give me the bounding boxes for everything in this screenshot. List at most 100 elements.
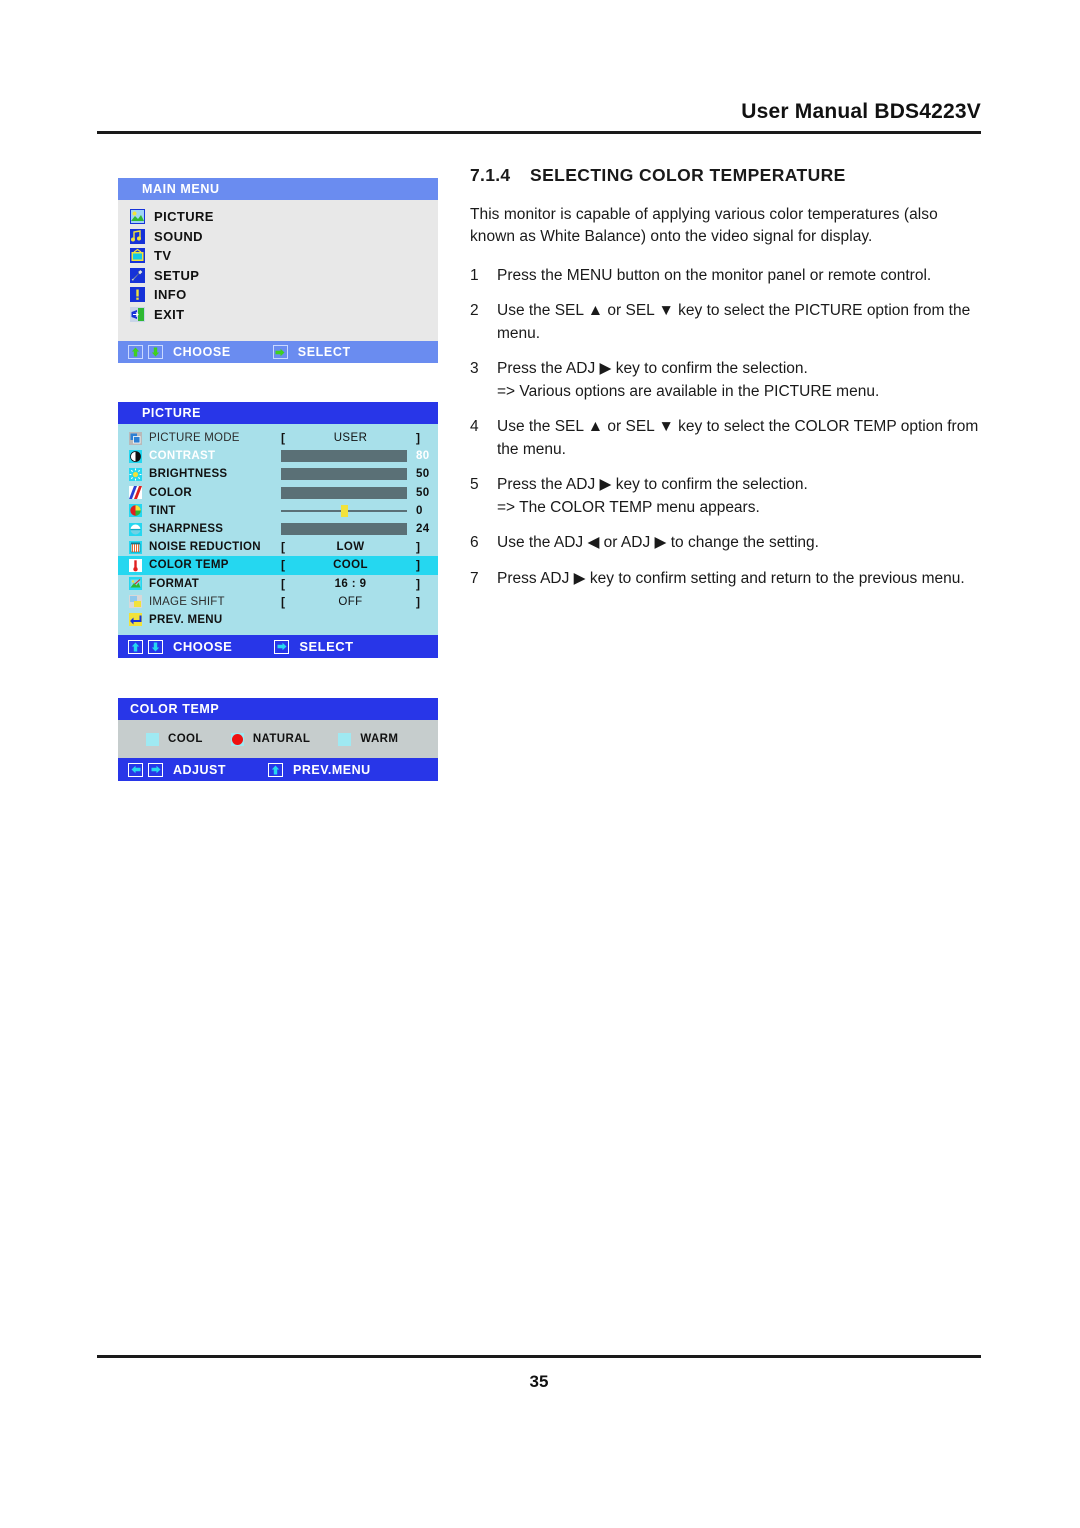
main-menu-item-picture[interactable]: PICTURE (118, 207, 438, 227)
picture-row-label: PICTURE MODE (149, 432, 240, 445)
picture-row-prev-menu[interactable]: PREV. MENU (118, 611, 438, 629)
radio-on-icon[interactable] (230, 732, 244, 746)
picture-row-slider[interactable]: 80 (281, 450, 450, 463)
picture-row-bracket-value[interactable]: [ COOL ] (281, 558, 438, 572)
picture-row-sharpness[interactable]: SHARPNESS 24 (118, 520, 438, 538)
main-menu-item-exit[interactable]: EXIT (118, 305, 438, 325)
select-label: SELECT (299, 639, 354, 655)
slider-track[interactable] (281, 450, 407, 463)
main-menu-item-setup[interactable]: SETUP (118, 266, 438, 286)
header-divider (97, 131, 981, 134)
slider-knob[interactable] (340, 504, 348, 517)
section-title: SELECTING COLOR TEMPERATURE (530, 165, 846, 185)
choose-label: CHOOSE (173, 639, 233, 655)
colortemp-option-label: COOL (168, 733, 203, 745)
main-menu-item-info[interactable]: INFO (118, 285, 438, 305)
step-text: Press the ADJ ▶ key to confirm the selec… (497, 360, 808, 378)
picture-row-brightness[interactable]: BRIGHTNESS 50 (118, 465, 438, 483)
colortemp-option-cool[interactable]: COOL (146, 732, 203, 746)
arrow-right-icon (272, 345, 288, 359)
picture-menu-rows: PICTURE MODE [ USER ] CONTRAST 80 BRIGHT… (118, 424, 438, 636)
picture-row-label: IMAGE SHIFT (149, 595, 225, 608)
picture-row-slider[interactable]: 0 (281, 504, 450, 517)
manual-title: User Manual BDS4223V (741, 100, 981, 123)
picture-row-label: COLOR TEMP (149, 559, 229, 572)
picture-row-label: TINT (149, 504, 176, 517)
picture-row-image-shift[interactable]: IMAGE SHIFT [ OFF ] (118, 593, 438, 611)
arrow-left-icon (128, 762, 143, 777)
picture-row-format[interactable]: FORMAT [ 16 : 9 ] (118, 575, 438, 593)
main-menu-footer: CHOOSE SELECT (118, 341, 438, 363)
arrow-up-icon (128, 639, 143, 654)
format-icon (129, 577, 142, 591)
picture-menu-footer: CHOOSE SELECT (118, 635, 438, 659)
picture-row-noise-reduction[interactable]: NOISE REDUCTION [ LOW ] (118, 538, 438, 556)
step-text: Use the SEL ▲ or SEL ▼ key to select the… (497, 302, 971, 342)
steps-list: 1 Press the MENU button on the monitor p… (470, 265, 985, 590)
adjust-hint[interactable]: ADJUST (128, 762, 268, 777)
picture-row-tint[interactable]: TINT 0 (118, 502, 438, 520)
tint-icon (129, 504, 142, 518)
step-number: 1 (470, 267, 479, 284)
picture-row-label: COLOR (149, 486, 193, 499)
main-menu-item-label: SETUP (154, 267, 200, 283)
step-item: 1 Press the MENU button on the monitor p… (470, 265, 985, 287)
picture-row-contrast[interactable]: CONTRAST 80 (118, 447, 438, 465)
radio-dot (231, 733, 243, 745)
picture-icon (130, 209, 145, 225)
radio-off-icon[interactable] (338, 732, 352, 746)
slider-track[interactable] (281, 523, 407, 536)
colortemp-option-natural[interactable]: NATURAL (230, 732, 311, 746)
main-menu-items: PICTURE SOUND TV SETUP INFO EXIT (118, 200, 438, 341)
picture-row-value: LOW (336, 541, 365, 554)
prev-menu-label: PREV.MENU (293, 762, 371, 777)
step-number: 5 (470, 476, 479, 494)
main-menu-title: MAIN MENU (118, 178, 438, 200)
section-heading: 7.1.4 SELECTING COLOR TEMPERATURE (470, 165, 985, 186)
section-content: 7.1.4 SELECTING COLOR TEMPERATURE This m… (470, 165, 985, 603)
step-number: 2 (470, 302, 479, 320)
picture-row-value: 16 : 9 (334, 577, 367, 590)
section-number: 7.1.4 (470, 165, 511, 185)
colortemp-option-warm[interactable]: WARM (338, 732, 398, 746)
arrow-up-icon (268, 762, 284, 777)
slider-track[interactable] (281, 486, 407, 499)
color-icon (129, 486, 142, 500)
select-hint[interactable]: SELECT (272, 345, 393, 359)
colortemp-footer: ADJUST PREV.MENU (118, 758, 438, 781)
colortemp-options: COOL NATURAL WARM (118, 720, 438, 758)
picture-row-slider[interactable]: 50 (281, 486, 450, 499)
picture-row-bracket-value[interactable]: [ USER ] (281, 431, 438, 445)
picture-row-slider[interactable]: 24 (281, 523, 450, 536)
choose-hint[interactable]: CHOOSE (128, 345, 273, 359)
step-number: 6 (470, 534, 479, 552)
radio-off-icon[interactable] (146, 732, 159, 746)
step-item: 6 Use the ADJ ◀ or ADJ ▶ to change the s… (470, 532, 985, 554)
arrow-down-icon (148, 639, 163, 654)
picture-menu-title: PICTURE (118, 402, 438, 424)
step-text: Use the ADJ ◀ or ADJ ▶ to change the set… (497, 534, 819, 552)
prev-menu-hint[interactable]: PREV.MENU (268, 762, 413, 777)
slider-track[interactable] (281, 468, 407, 481)
choose-hint[interactable]: CHOOSE (128, 639, 274, 654)
slider-track[interactable] (281, 504, 407, 517)
picture-row-label: CONTRAST (149, 450, 216, 463)
picture-row-picture-mode[interactable]: PICTURE MODE [ USER ] (118, 429, 438, 447)
picture-row-slider[interactable]: 50 (281, 468, 450, 481)
picture-row-bracket-value[interactable]: [ 16 : 9 ] (281, 577, 438, 591)
main-menu-item-label: PICTURE (154, 209, 214, 225)
main-menu-item-tv[interactable]: TV (118, 246, 438, 266)
main-menu-item-sound[interactable]: SOUND (118, 227, 438, 247)
step-item: 3 Press the ADJ ▶ key to confirm the sel… (470, 358, 985, 403)
select-hint[interactable]: SELECT (274, 639, 395, 654)
picture-row-color[interactable]: COLOR 50 (118, 484, 438, 502)
exit-icon (130, 306, 145, 322)
section-intro: This monitor is capable of applying vari… (470, 206, 938, 245)
picture-row-color-temp[interactable]: COLOR TEMP [ COOL ] (118, 556, 438, 575)
picture-row-bracket-value[interactable]: [ OFF ] (281, 595, 438, 609)
picture-menu-panel: PICTURE PICTURE MODE [ USER ] CONTRAST 8… (118, 402, 438, 659)
image-shift-icon (129, 595, 142, 609)
step-text: Press the MENU button on the monitor pan… (497, 267, 932, 284)
picture-row-value: 0 (416, 504, 423, 517)
picture-row-bracket-value[interactable]: [ LOW ] (281, 540, 438, 554)
